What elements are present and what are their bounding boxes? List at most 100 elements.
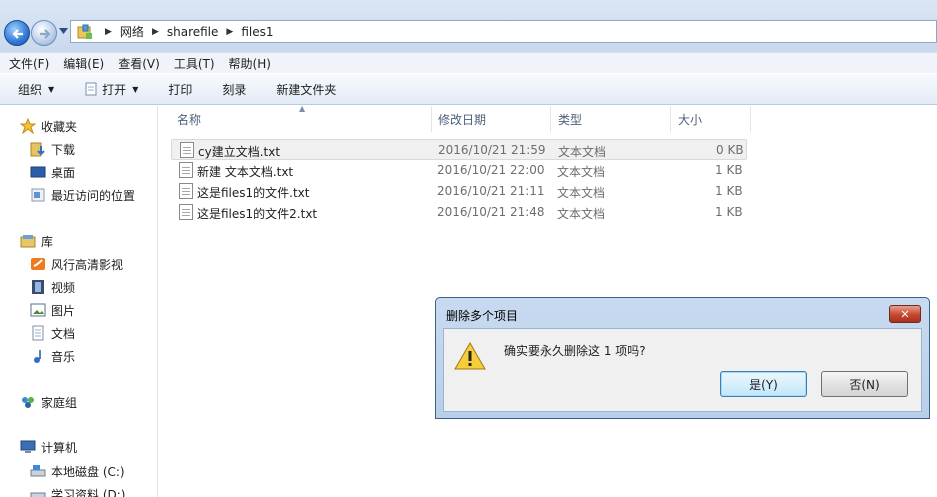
nav-documents[interactable]: 文档 xyxy=(30,323,75,343)
dialog-message: 确实要永久删除这 1 项吗? xyxy=(504,344,646,358)
navigation-pane: 收藏夹 下载 桌面 最近访问的位置 库 风行高清影视 视频 图片 文档 音乐 家… xyxy=(0,106,158,497)
organize-button[interactable]: 组织 ▼ xyxy=(10,77,62,101)
menu-help[interactable]: 帮助(H) xyxy=(224,55,276,72)
file-name: 这是files1的文件2.txt xyxy=(197,207,318,221)
nav-fengxing[interactable]: 风行高清影视 xyxy=(30,254,123,274)
nav-homegroup[interactable]: 家庭组 xyxy=(20,392,77,412)
nav-label: 库 xyxy=(41,234,54,249)
file-row[interactable]: 新建 文本文档.txt 2016/10/21 22:00 文本文档 1 KB xyxy=(171,160,747,181)
close-icon: ✕ xyxy=(900,307,910,321)
column-divider[interactable] xyxy=(550,106,551,132)
open-button[interactable]: 打开 ▼ xyxy=(76,77,146,101)
nav-label: 桌面 xyxy=(51,165,76,180)
file-type: 文本文档 xyxy=(558,145,607,159)
document-icon xyxy=(85,82,97,96)
breadcrumb-separator[interactable]: ▶ xyxy=(226,27,233,37)
nav-recent[interactable]: 最近访问的位置 xyxy=(30,185,135,205)
menu-view[interactable]: 查看(V) xyxy=(113,55,165,72)
file-name: 这是files1的文件.txt xyxy=(197,186,310,200)
no-button[interactable]: 否(N) xyxy=(821,371,908,397)
sort-ascending-icon: ▲ xyxy=(299,104,306,113)
yes-button[interactable]: 是(Y) xyxy=(720,371,807,397)
menu-edit[interactable]: 编辑(E) xyxy=(58,55,109,72)
text-file-icon xyxy=(180,142,194,158)
file-type: 文本文档 xyxy=(557,165,606,179)
breadcrumb-files1[interactable]: files1 xyxy=(241,25,273,39)
organize-label: 组织 xyxy=(18,82,43,97)
picture-icon xyxy=(30,303,46,317)
music-note-icon xyxy=(34,350,41,363)
address-box[interactable]: ▶ 网络 ▶ sharefile ▶ files1 xyxy=(70,20,937,43)
text-file-icon xyxy=(179,204,193,220)
breadcrumb-sharefile[interactable]: sharefile xyxy=(167,25,219,39)
nav-label: 音乐 xyxy=(51,349,76,364)
command-toolbar: 组织 ▼ 打开 ▼ 打印 刻录 新建文件夹 xyxy=(0,73,937,105)
nav-pictures[interactable]: 图片 xyxy=(30,300,75,320)
column-header-name[interactable]: 名称 xyxy=(177,106,201,132)
document-icon xyxy=(32,325,44,341)
menu-tools[interactable]: 工具(T) xyxy=(169,55,220,72)
back-button[interactable] xyxy=(4,20,30,46)
dialog-title: 删除多个项目 xyxy=(446,309,519,323)
file-row[interactable]: cy建立文档.txt 2016/10/21 21:59 文本文档 0 KB xyxy=(171,139,747,160)
nav-videos[interactable]: 视频 xyxy=(30,277,75,297)
forward-button[interactable] xyxy=(31,20,57,46)
delete-dialog: 删除多个项目 ✕ 确实要永久删除这 1 项吗? 是(Y) 否(N) xyxy=(435,297,930,419)
nav-label: 风行高清影视 xyxy=(51,257,124,272)
text-file-icon xyxy=(179,162,193,178)
video-film-icon xyxy=(32,280,44,294)
breadcrumb-network[interactable]: 网络 xyxy=(120,23,144,40)
breadcrumb-separator[interactable]: ▶ xyxy=(152,27,159,37)
column-header-modified[interactable]: 修改日期 xyxy=(438,106,486,132)
nav-label: 图片 xyxy=(51,303,76,318)
library-icon xyxy=(20,235,36,248)
print-button[interactable]: 打印 xyxy=(160,77,200,101)
nav-desktop[interactable]: 桌面 xyxy=(30,162,75,182)
column-divider[interactable] xyxy=(431,106,432,132)
breadcrumb-separator[interactable]: ▶ xyxy=(105,27,112,37)
file-modified: 2016/10/21 21:59 xyxy=(438,143,546,157)
nav-libraries[interactable]: 库 xyxy=(20,231,53,251)
new-folder-button[interactable]: 新建文件夹 xyxy=(268,77,344,101)
burn-button[interactable]: 刻录 xyxy=(214,77,254,101)
file-row[interactable]: 这是files1的文件.txt 2016/10/21 21:11 文本文档 1 … xyxy=(171,181,747,202)
nav-label: 最近访问的位置 xyxy=(51,188,136,203)
nav-label: 收藏夹 xyxy=(41,119,78,134)
file-modified: 2016/10/21 21:48 xyxy=(437,205,545,219)
nav-label: 学习资料 (D:) xyxy=(51,487,126,497)
network-folder-icon xyxy=(77,24,92,39)
file-size: 1 KB xyxy=(715,184,743,198)
menu-file[interactable]: 文件(F) xyxy=(4,55,54,72)
dialog-body: 确实要永久删除这 1 项吗? 是(Y) 否(N) xyxy=(443,328,922,412)
back-arrow-icon xyxy=(12,29,23,39)
address-bar-area: ▶ 网络 ▶ sharefile ▶ files1 xyxy=(0,0,937,52)
chevron-down-icon: ▼ xyxy=(132,84,139,94)
file-modified: 2016/10/21 21:11 xyxy=(437,184,545,198)
column-divider[interactable] xyxy=(670,106,671,132)
recent-places-icon xyxy=(31,188,45,202)
nav-favorites[interactable]: 收藏夹 xyxy=(20,116,77,136)
dialog-close-button[interactable]: ✕ xyxy=(889,305,921,323)
fengxing-video-icon xyxy=(31,258,45,270)
nav-label: 文档 xyxy=(51,326,76,341)
column-divider[interactable] xyxy=(750,106,751,132)
nav-local-disk[interactable]: 本地磁盘 (C:) xyxy=(30,461,125,481)
open-label: 打开 xyxy=(102,82,127,97)
history-dropdown-icon[interactable] xyxy=(59,28,68,34)
nav-study-disk[interactable]: 学习资料 (D:) xyxy=(30,484,125,497)
file-row[interactable]: 这是files1的文件2.txt 2016/10/21 21:48 文本文档 1… xyxy=(171,202,747,223)
chevron-down-icon: ▼ xyxy=(48,84,55,94)
homegroup-icon xyxy=(22,397,34,408)
nav-computer[interactable]: 计算机 xyxy=(20,437,77,457)
file-type: 文本文档 xyxy=(557,186,606,200)
file-size: 1 KB xyxy=(715,163,743,177)
column-header-size[interactable]: 大小 xyxy=(678,106,702,132)
file-name: cy建立文档.txt xyxy=(198,145,281,159)
nav-downloads[interactable]: 下载 xyxy=(30,139,75,159)
nav-label: 下载 xyxy=(51,142,76,157)
file-size: 1 KB xyxy=(715,205,743,219)
downloads-folder-icon xyxy=(30,142,45,157)
nav-music[interactable]: 音乐 xyxy=(30,346,75,366)
column-header-type[interactable]: 类型 xyxy=(558,106,582,132)
text-file-icon xyxy=(179,183,193,199)
